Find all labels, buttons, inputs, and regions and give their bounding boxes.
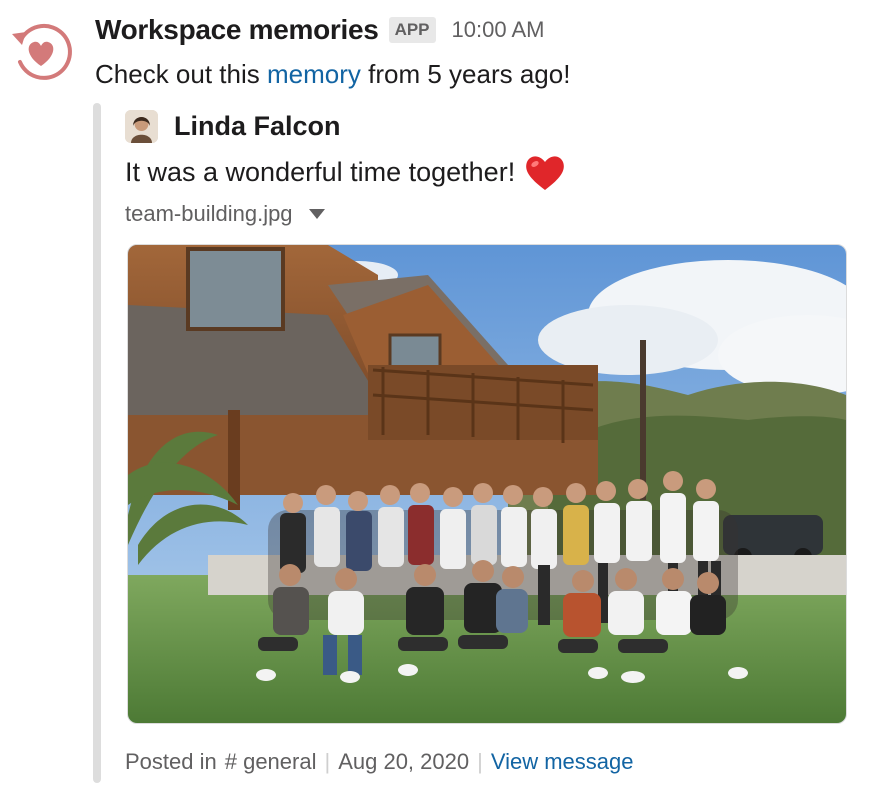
heart-emoji-icon (523, 152, 567, 192)
footer-divider: | (477, 749, 483, 774)
app-badge: APP (388, 17, 436, 43)
file-row: team-building.jpg (125, 198, 325, 230)
chevron-down-icon[interactable] (308, 209, 325, 219)
sender-name[interactable]: Workspace memories (95, 14, 379, 46)
message-header: Workspace memories APP 10:00 AM (95, 12, 544, 48)
avatar[interactable] (125, 109, 158, 143)
quoted-author: Linda Falcon (125, 108, 341, 144)
intro-prefix: Check out this (95, 59, 267, 89)
memories-app-icon[interactable] (8, 18, 74, 84)
message-text: Check out this memory from 5 years ago! (95, 56, 570, 92)
posted-in-label: Posted in (125, 749, 217, 774)
memory-link[interactable]: memory (267, 59, 361, 89)
quote-bar (93, 103, 101, 783)
post-date[interactable]: Aug 20, 2020 (338, 749, 469, 775)
quoted-message: It was a wonderful time together! (125, 157, 516, 187)
view-message-link[interactable]: View message (491, 749, 634, 775)
quoted-text: It was a wonderful time together! (125, 152, 567, 192)
file-name[interactable]: team-building.jpg (125, 201, 293, 227)
footer-divider: | (324, 749, 331, 774)
channel-link[interactable]: # general (225, 749, 317, 775)
intro-suffix: from 5 years ago! (360, 59, 571, 89)
author-name[interactable]: Linda Falcon (174, 111, 341, 142)
message-timestamp[interactable]: 10:00 AM (452, 17, 545, 43)
attached-photo[interactable] (127, 244, 847, 724)
message-footer: Posted in # general | Aug 20, 2020 | Vie… (125, 749, 634, 775)
